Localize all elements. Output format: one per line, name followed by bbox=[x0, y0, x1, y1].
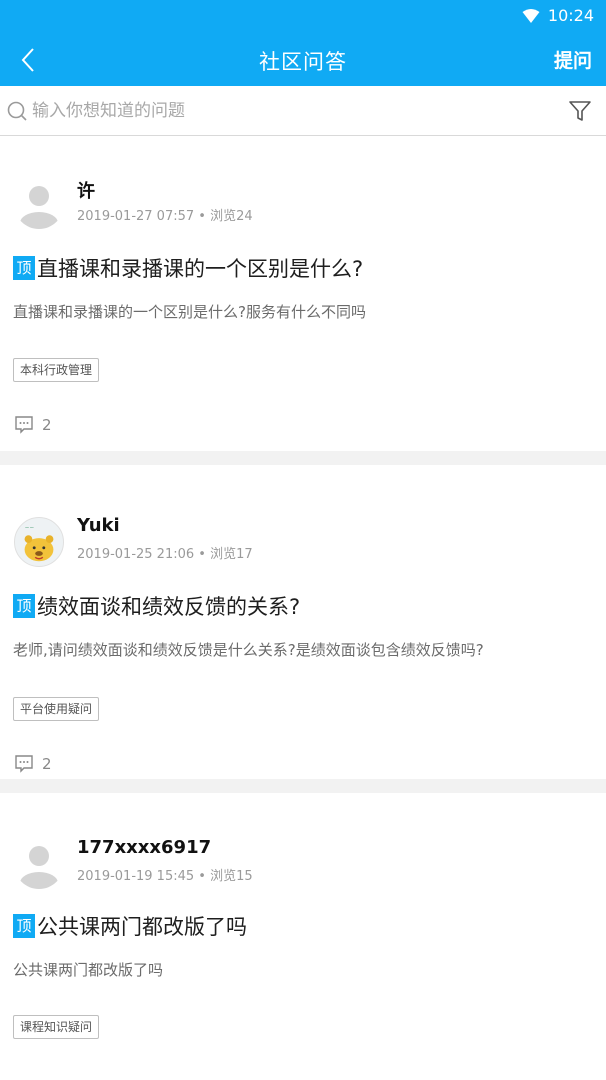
post-description: 直播课和录播课的一个区别是什么?服务有什么不同吗 bbox=[13, 303, 366, 321]
username[interactable]: 许 bbox=[77, 177, 95, 203]
post-title-text: 直播课和录播课的一个区别是什么? bbox=[37, 257, 364, 281]
search-icon bbox=[7, 101, 27, 121]
clock: 10:24 bbox=[547, 6, 594, 25]
question-card[interactable]: 177xxxx6917 2019-01-19 15:45 • 浏览15 顶 公共… bbox=[0, 793, 606, 1080]
comment-count-text: 2 bbox=[42, 416, 52, 434]
wifi-icon bbox=[522, 8, 540, 23]
divider bbox=[0, 451, 606, 465]
post-meta: 2019-01-27 07:57 • 浏览24 bbox=[77, 209, 253, 224]
post-title-text: 公共课两门都改版了吗 bbox=[37, 915, 247, 939]
divider bbox=[0, 779, 606, 793]
post-date: 2019-01-27 07:57 bbox=[77, 209, 195, 224]
default-avatar-icon bbox=[20, 846, 58, 889]
comment-count[interactable]: 2 bbox=[14, 416, 52, 434]
post-meta: 2019-01-25 21:06 • 浏览17 bbox=[77, 547, 253, 562]
view-count: 浏览24 bbox=[210, 209, 253, 224]
status-right: 10:24 bbox=[522, 6, 594, 25]
post-date: 2019-01-25 21:06 bbox=[77, 547, 195, 562]
default-avatar-icon bbox=[20, 186, 58, 229]
category-tag[interactable]: 课程知识疑问 bbox=[13, 1015, 100, 1039]
post-title-text: 绩效面谈和绩效反馈的关系? bbox=[37, 595, 301, 619]
view-count: 浏览17 bbox=[210, 547, 253, 562]
pinned-badge: 顶 bbox=[13, 256, 35, 280]
search-input[interactable] bbox=[32, 94, 552, 128]
username[interactable]: 177xxxx6917 bbox=[77, 837, 211, 858]
comment-count-text: 2 bbox=[42, 755, 52, 773]
svg-text:~~: ~~ bbox=[25, 526, 35, 532]
view-count: 浏览15 bbox=[210, 869, 253, 884]
post-meta: 2019-01-19 15:45 • 浏览15 bbox=[77, 869, 253, 884]
comment-icon bbox=[15, 416, 33, 434]
username[interactable]: Yuki bbox=[77, 515, 120, 536]
category-tag[interactable]: 本科行政管理 bbox=[13, 358, 100, 382]
comment-icon bbox=[15, 755, 33, 773]
avatar[interactable]: ~~ bbox=[14, 517, 64, 567]
nav-bar: 社区问答 提问 bbox=[0, 34, 606, 86]
post-date: 2019-01-19 15:45 bbox=[77, 869, 195, 884]
status-bar: 10:24 bbox=[0, 0, 606, 34]
page-title: 社区问答 bbox=[259, 50, 347, 74]
avatar[interactable] bbox=[14, 839, 64, 889]
comment-count[interactable]: 2 bbox=[14, 755, 52, 773]
pinned-badge: 顶 bbox=[13, 914, 35, 938]
ask-button[interactable]: 提问 bbox=[554, 46, 592, 73]
question-feed: 许 2019-01-27 07:57 • 浏览24 顶 直播课和录播课的一个区别… bbox=[0, 137, 606, 1080]
filter-icon[interactable] bbox=[568, 99, 592, 123]
question-card[interactable]: ~~ Yuki 2019-01-25 21:06 • 浏览17 顶 绩效面谈和绩… bbox=[0, 465, 606, 779]
question-card[interactable]: 许 2019-01-27 07:57 • 浏览24 顶 直播课和录播课的一个区别… bbox=[0, 137, 606, 451]
pooh-avatar-icon: ~~ bbox=[24, 526, 54, 562]
post-description: 公共课两门都改版了吗 bbox=[13, 961, 164, 979]
category-tag[interactable]: 平台使用疑问 bbox=[13, 697, 100, 721]
post-title[interactable]: 顶 绩效面谈和绩效反馈的关系? bbox=[13, 591, 300, 621]
search-bar bbox=[0, 86, 606, 136]
post-title[interactable]: 顶 直播课和录播课的一个区别是什么? bbox=[13, 253, 363, 283]
pinned-badge: 顶 bbox=[13, 594, 35, 618]
post-description: 老师,请问绩效面谈和绩效反馈是什么关系?是绩效面谈包含绩效反馈吗? bbox=[13, 641, 484, 659]
post-title[interactable]: 顶 公共课两门都改版了吗 bbox=[13, 911, 247, 941]
avatar[interactable] bbox=[14, 179, 64, 229]
